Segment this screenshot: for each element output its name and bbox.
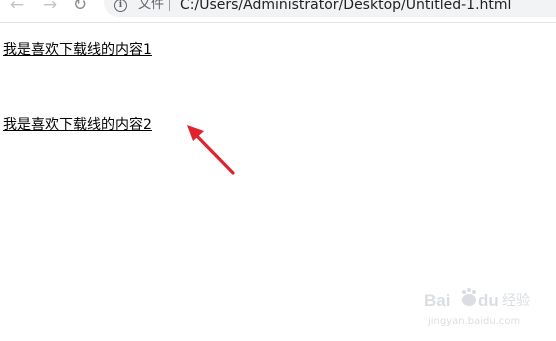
- address-bar[interactable]: i 文件 C:/Users/Administrator/Desktop/Unti…: [104, 0, 556, 17]
- url-text[interactable]: C:/Users/Administrator/Desktop/Untitled-…: [180, 0, 511, 12]
- info-icon[interactable]: i: [114, 0, 127, 12]
- content-link-2[interactable]: 我是喜欢下载线的内容2: [3, 117, 152, 133]
- scheme-label: 文件: [138, 0, 165, 12]
- red-arrow-annotation: [187, 125, 235, 175]
- svg-text:Bai: Bai: [424, 291, 450, 310]
- forward-icon[interactable]: →: [40, 0, 60, 14]
- svg-text:经验: 经验: [502, 293, 530, 309]
- address-separator: [169, 0, 170, 11]
- reload-icon[interactable]: ↻: [70, 0, 90, 14]
- back-icon[interactable]: ←: [7, 0, 27, 14]
- baidu-jingyan-watermark: Bai du 经验 jingyan.baidu.com: [424, 288, 530, 327]
- browser-toolbar: ← → ↻ i 文件 C:/Users/Administrator/Deskto…: [0, 0, 556, 23]
- svg-text:du: du: [478, 291, 499, 310]
- content-link-empty[interactable]: [3, 84, 7, 100]
- content-link-1[interactable]: 我是喜欢下载线的内容1: [3, 42, 152, 58]
- watermark-site: jingyan.baidu.com: [427, 316, 520, 327]
